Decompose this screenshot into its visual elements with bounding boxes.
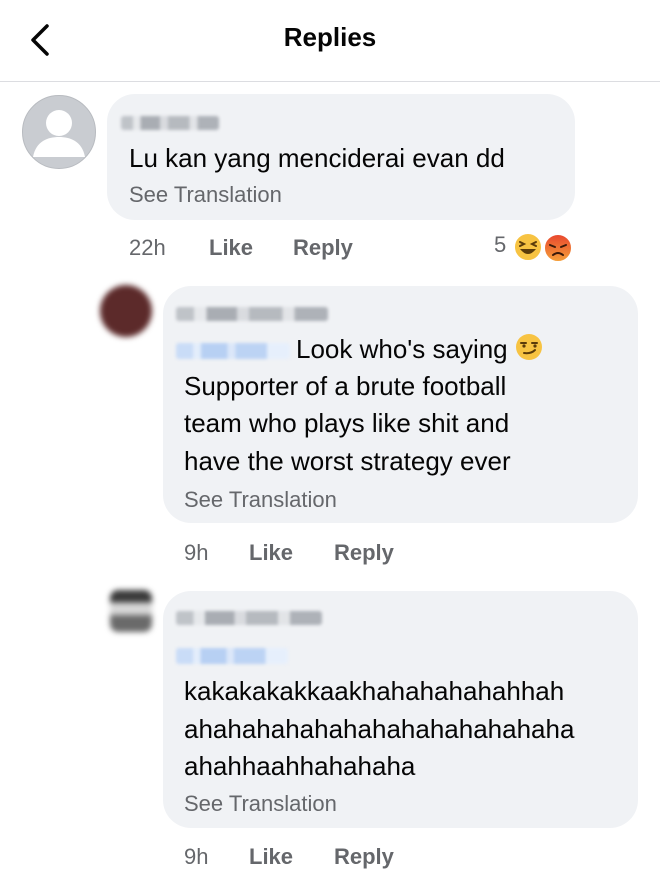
- like-button[interactable]: Like: [249, 844, 293, 870]
- laugh-emoji-icon[interactable]: [512, 231, 544, 263]
- author-name[interactable]: [176, 611, 322, 625]
- comment-text-line: ahahahahahahahahahahahahaha: [184, 714, 575, 744]
- like-button[interactable]: Like: [249, 540, 293, 566]
- see-translation-link[interactable]: See Translation: [129, 182, 282, 208]
- see-translation-link[interactable]: See Translation: [184, 791, 337, 817]
- comment-time: 22h: [129, 235, 166, 260]
- author-name[interactable]: [176, 307, 328, 321]
- avatar[interactable]: [110, 590, 152, 632]
- reaction-count[interactable]: 5: [494, 232, 506, 258]
- reply-button[interactable]: Reply: [334, 844, 394, 870]
- default-avatar-icon: [33, 110, 85, 157]
- page-title: Replies: [283, 22, 377, 52]
- comment-text: Lu kan yang menciderai evan dd: [129, 143, 505, 173]
- angry-emoji-icon[interactable]: [542, 232, 574, 264]
- avatar[interactable]: [100, 285, 152, 337]
- author-name[interactable]: [121, 116, 219, 130]
- comment-time: 9h: [184, 540, 209, 565]
- comment-text-line: ahahhaahhahahaha: [184, 751, 416, 781]
- comment-text-line: Look who's saying: [296, 331, 544, 369]
- comment-text-line: kakakakakkaakhahahahahahhah: [184, 676, 565, 706]
- reply-button[interactable]: Reply: [293, 235, 353, 261]
- like-button[interactable]: Like: [209, 235, 253, 261]
- mention-tag[interactable]: [176, 343, 290, 359]
- comment-text-line: team who plays like shit and: [184, 408, 510, 438]
- comment-text-line: Supporter of a brute football: [184, 371, 507, 401]
- header-bar: Replies: [0, 0, 660, 82]
- comment-text-line: have the worst strategy ever: [184, 446, 511, 476]
- comment-time: 9h: [184, 844, 209, 869]
- reply-button[interactable]: Reply: [334, 540, 394, 566]
- mention-tag[interactable]: [176, 648, 288, 664]
- see-translation-link[interactable]: See Translation: [184, 487, 337, 513]
- smirk-emoji-icon: [515, 334, 542, 360]
- avatar[interactable]: [22, 95, 96, 169]
